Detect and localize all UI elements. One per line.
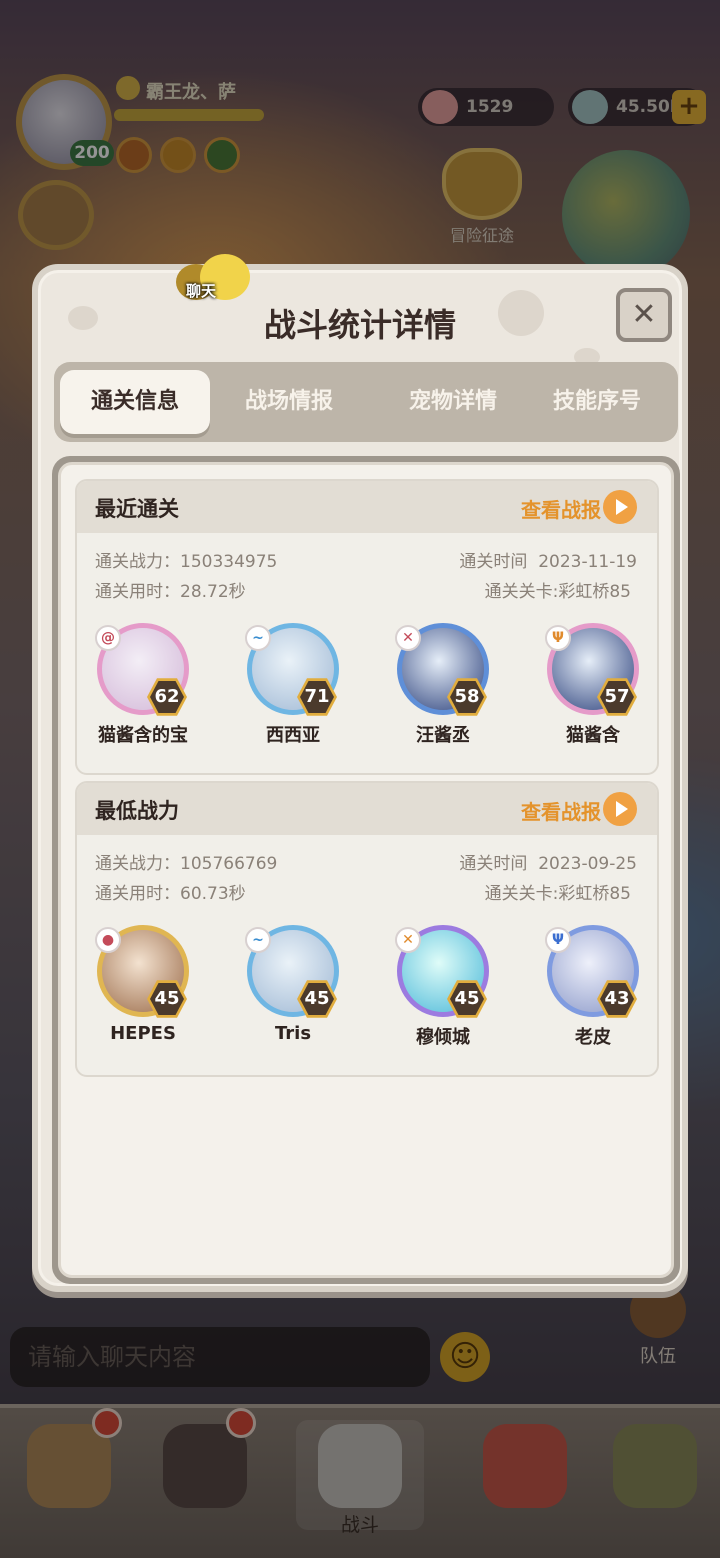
chat-bubble-label: 聊天 (186, 282, 217, 300)
tab-pet-details[interactable]: 宠物详情 (378, 370, 528, 434)
pet-level-value: 45 (150, 983, 184, 1015)
trident-icon: Ψ (545, 927, 571, 953)
wave-icon: ~ (245, 927, 271, 953)
view-report-link[interactable]: 查看战报 (521, 494, 601, 523)
lowest-power-card: 最低战力 查看战报 通关战力：105766769 通关用时：60.73秒 通关时… (75, 781, 659, 1077)
pet-name: 猫酱含 (566, 725, 620, 746)
spiral-icon: @ (95, 625, 121, 651)
pet-name: Tris (274, 1023, 312, 1044)
clear-stage: 通关关卡:彩虹桥85 (485, 577, 631, 602)
clear-stage-label: 通关关卡: (484, 884, 559, 904)
tab-clear-info[interactable]: 通关信息 (60, 370, 210, 434)
clear-stage-value: 彩虹桥85 (558, 884, 631, 904)
pet-name: 穆倾城 (416, 1027, 470, 1048)
tab-bar: 通关信息 战场情报 宠物详情 技能序号 (54, 362, 678, 442)
clear-power: 通关战力：105766769 (95, 849, 277, 874)
fire-icon: ✕ (395, 927, 421, 953)
pet-card[interactable]: ~ 45 Tris (233, 925, 353, 1053)
pet-level-value: 71 (300, 681, 334, 713)
fire-icon: ● (95, 927, 121, 953)
card-header: 最低战力 查看战报 (77, 783, 657, 835)
pet-card[interactable]: ~ 71 西西亚 (233, 623, 353, 751)
content-panel: 最近通关 查看战报 通关战力：150334975 通关用时：28.72秒 通关时… (52, 456, 680, 1284)
clear-date: 通关时间 2023-11-19 (459, 547, 637, 572)
view-report-link[interactable]: 查看战报 (521, 796, 601, 825)
tab-skill-order[interactable]: 技能序号 (522, 370, 672, 434)
pet-card[interactable]: ✕ 58 汪酱丞 (383, 623, 503, 751)
pet-card[interactable]: @ 62 猫酱含的宝 (83, 623, 203, 751)
pet-name: HEPES (110, 1023, 176, 1044)
clear-time-used-label: 通关用时： (95, 884, 180, 904)
card-title: 最低战力 (95, 799, 179, 823)
clear-time-used-value: 60.73秒 (180, 884, 246, 904)
clear-stage-value: 彩虹桥85 (558, 582, 631, 602)
pet-card[interactable]: Ψ 43 老皮 (533, 925, 653, 1053)
pet-name: 猫酱含的宝 (98, 725, 188, 746)
pet-level-value: 45 (450, 983, 484, 1015)
trident-icon: Ψ (545, 625, 571, 651)
clear-date: 通关时间 2023-09-25 (459, 849, 637, 874)
clear-time-used: 通关用时：28.72秒 (95, 577, 246, 602)
pet-level-value: 58 (450, 681, 484, 713)
pet-level-value: 43 (600, 983, 634, 1015)
clear-power-label: 通关战力： (95, 854, 180, 874)
content-inner: 最近通关 查看战报 通关战力：150334975 通关用时：28.72秒 通关时… (58, 462, 674, 1278)
pet-card[interactable]: ● 45 HEPES (83, 925, 203, 1053)
fire-icon: ✕ (395, 625, 421, 651)
pet-card[interactable]: Ψ 57 猫酱含 (533, 623, 653, 751)
play-icon[interactable] (603, 490, 637, 524)
clear-power-value: 105766769 (180, 854, 278, 874)
modal-title: 战斗统计详情 (263, 306, 456, 344)
play-icon[interactable] (603, 792, 637, 826)
pet-level-value: 45 (300, 983, 334, 1015)
battle-stats-modal: 聊天 战斗统计详情 ✕ 通关信息 战场情报 宠物详情 技能序号 最近通关 查看战… (32, 254, 688, 1292)
clear-power: 通关战力：150334975 (95, 547, 277, 572)
pet-level-value: 62 (150, 681, 184, 713)
card-header: 最近通关 查看战报 (77, 481, 657, 533)
card-title: 最近通关 (95, 497, 179, 521)
tab-battlefield-intel[interactable]: 战场情报 (214, 370, 364, 434)
clear-stage: 通关关卡:彩虹桥85 (485, 879, 631, 904)
clear-time-used: 通关用时：60.73秒 (95, 879, 246, 904)
pet-level-value: 57 (600, 681, 634, 713)
clear-time-used-value: 28.72秒 (180, 582, 246, 602)
clear-time-used-label: 通关用时： (95, 582, 180, 602)
clear-power-value: 150334975 (180, 552, 278, 572)
clear-stage-label: 通关关卡: (484, 582, 559, 602)
recent-clear-card: 最近通关 查看战报 通关战力：150334975 通关用时：28.72秒 通关时… (75, 479, 659, 775)
clear-date-value: 2023-11-19 (538, 552, 637, 572)
clear-power-label: 通关战力： (95, 552, 180, 572)
pet-name: 老皮 (575, 1027, 611, 1048)
clear-date-value: 2023-09-25 (538, 854, 637, 874)
pet-name: 西西亚 (266, 725, 320, 746)
wave-icon: ~ (245, 625, 271, 651)
clear-date-label: 通关时间 (459, 854, 528, 874)
pet-name: 汪酱丞 (416, 725, 470, 746)
clear-date-label: 通关时间 (459, 552, 528, 572)
close-button[interactable]: ✕ (616, 288, 672, 342)
pet-card[interactable]: ✕ 45 穆倾城 (383, 925, 503, 1053)
